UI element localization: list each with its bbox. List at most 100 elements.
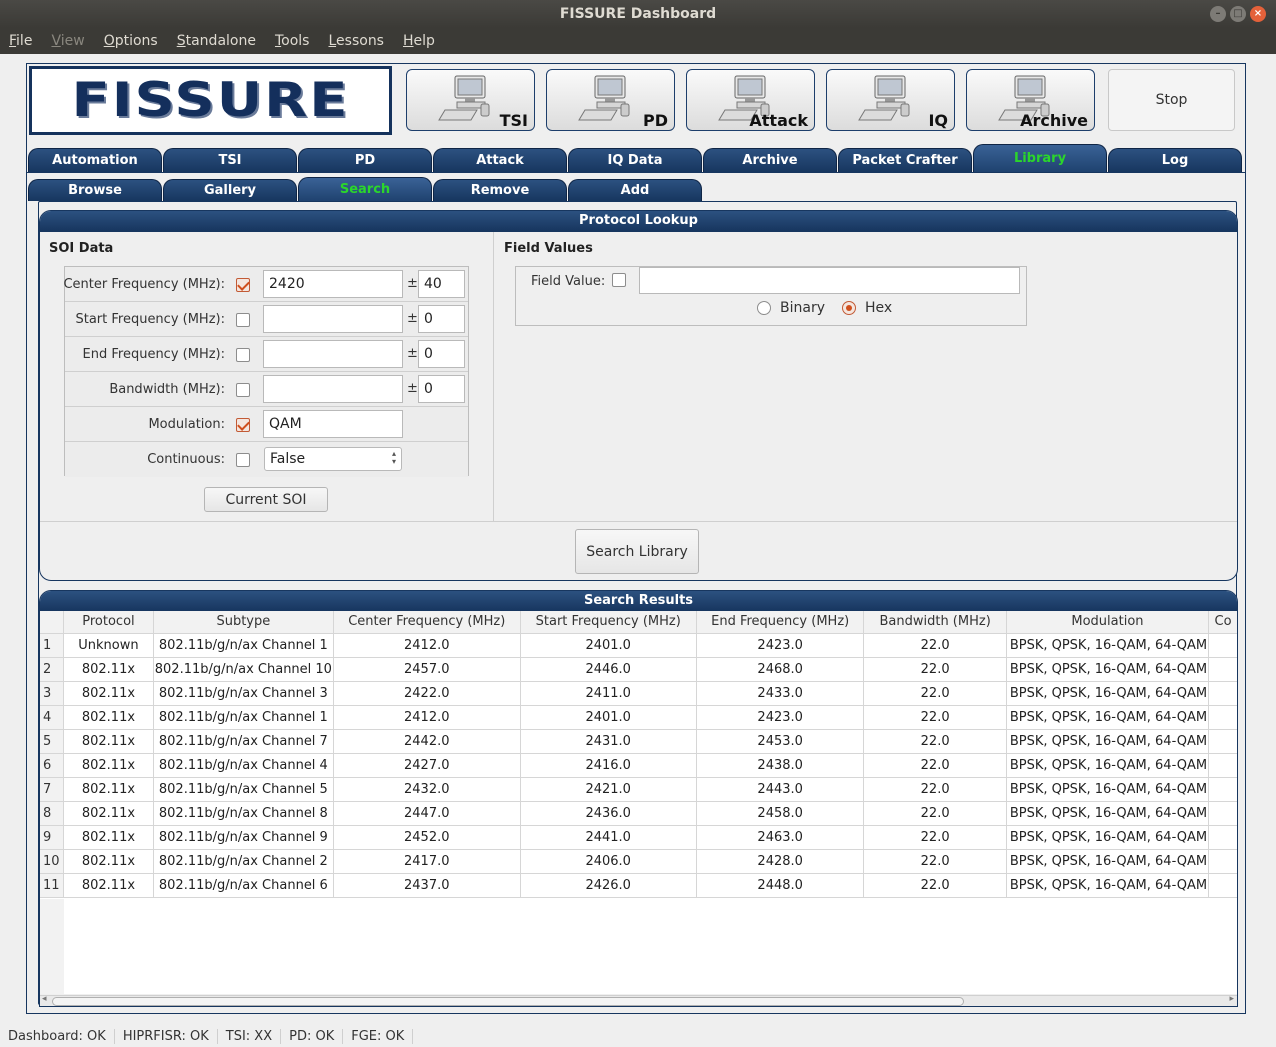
table-cell[interactable]: 2411.0: [520, 681, 697, 706]
table-row[interactable]: 7 802.11x 802.11b/g/n/ax Channel 5 2432.0 24…: [40, 777, 1237, 802]
table-cell[interactable]: 802.11x: [63, 825, 154, 850]
table-cell[interactable]: [1208, 657, 1237, 682]
table-row[interactable]: 4 802.11x 802.11b/g/n/ax Channel 1 2412.0 24…: [40, 705, 1237, 730]
soi-tolerance-input[interactable]: 0: [418, 375, 465, 403]
table-cell[interactable]: 22.0: [863, 681, 1007, 706]
tab-attack[interactable]: Attack: [433, 148, 567, 172]
table-cell[interactable]: 802.11b/g/n/ax Channel 1: [153, 705, 334, 730]
table-cell[interactable]: 2436.0: [520, 801, 697, 826]
tab-log[interactable]: Log: [1108, 148, 1242, 172]
table-cell[interactable]: [1208, 801, 1237, 826]
column-header[interactable]: Bandwidth (MHz): [863, 611, 1007, 634]
menu-options[interactable]: Options: [104, 33, 158, 49]
menu-view[interactable]: View: [51, 33, 84, 49]
table-cell[interactable]: 802.11b/g/n/ax Channel 2: [153, 849, 334, 874]
table-cell[interactable]: 2401.0: [520, 633, 697, 658]
table-cell[interactable]: 2463.0: [696, 825, 865, 850]
scroll-left-icon[interactable]: ◂: [42, 994, 47, 1004]
table-cell[interactable]: 802.11x: [63, 777, 154, 802]
table-cell[interactable]: 2458.0: [696, 801, 865, 826]
table-cell[interactable]: 2447.0: [333, 801, 521, 826]
menu-standalone[interactable]: Standalone: [177, 33, 256, 49]
table-cell[interactable]: 22.0: [863, 753, 1007, 778]
field-value-input[interactable]: [639, 267, 1020, 294]
table-cell[interactable]: BPSK, QPSK, 16-QAM, 64-QAM: [1006, 633, 1210, 658]
table-cell[interactable]: BPSK, QPSK, 16-QAM, 64-QAM: [1006, 753, 1210, 778]
table-cell[interactable]: [1208, 705, 1237, 730]
minimize-icon[interactable]: –: [1210, 6, 1226, 22]
table-cell[interactable]: 802.11x: [63, 681, 154, 706]
toolbar-attack-button[interactable]: Attack: [686, 69, 815, 131]
column-header[interactable]: Center Frequency (MHz): [333, 611, 521, 634]
soi-tolerance-input[interactable]: 0: [418, 340, 465, 368]
table-cell[interactable]: 802.11b/g/n/ax Channel 3: [153, 681, 334, 706]
column-header[interactable]: Protocol: [63, 611, 154, 634]
table-row[interactable]: 3 802.11x 802.11b/g/n/ax Channel 3 2422.0 24…: [40, 681, 1237, 706]
close-icon[interactable]: ×: [1250, 6, 1266, 22]
soi-field-input[interactable]: [263, 375, 403, 403]
tab-library[interactable]: Library: [973, 144, 1107, 172]
column-header[interactable]: Subtype: [153, 611, 334, 634]
table-cell[interactable]: 2431.0: [520, 729, 697, 754]
table-cell[interactable]: 802.11b/g/n/ax Channel 9: [153, 825, 334, 850]
tab-automation[interactable]: Automation: [28, 148, 162, 172]
table-cell[interactable]: 22.0: [863, 657, 1007, 682]
menu-tools[interactable]: Tools: [275, 33, 310, 49]
table-row[interactable]: 10 802.11x 802.11b/g/n/ax Channel 2 2417.0 2…: [40, 849, 1237, 874]
table-cell[interactable]: 22.0: [863, 633, 1007, 658]
table-cell[interactable]: 802.11b/g/n/ax Channel 4: [153, 753, 334, 778]
soi-field-input[interactable]: [263, 305, 403, 333]
tab-tsi[interactable]: TSI: [163, 148, 297, 172]
table-cell[interactable]: [1208, 777, 1237, 802]
table-cell[interactable]: 2427.0: [333, 753, 521, 778]
search-library-button[interactable]: Search Library: [575, 529, 699, 574]
table-row[interactable]: 2 802.11x 802.11b/g/n/ax Channel 10 2457.0 2…: [40, 657, 1237, 682]
table-cell[interactable]: [1208, 825, 1237, 850]
library-tab-remove[interactable]: Remove: [433, 179, 567, 201]
table-cell[interactable]: BPSK, QPSK, 16-QAM, 64-QAM: [1006, 657, 1210, 682]
column-header[interactable]: Co: [1208, 611, 1237, 634]
soi-field-checkbox[interactable]: [236, 418, 250, 432]
soi-field-input[interactable]: QAM: [263, 410, 403, 438]
table-cell[interactable]: 22.0: [863, 873, 1007, 898]
table-cell[interactable]: 2443.0: [696, 777, 865, 802]
table-cell[interactable]: 802.11b/g/n/ax Channel 1: [153, 633, 334, 658]
maximize-icon[interactable]: □: [1230, 6, 1246, 22]
table-cell[interactable]: 2453.0: [696, 729, 865, 754]
tab-iq-data[interactable]: IQ Data: [568, 148, 702, 172]
table-cell[interactable]: 2423.0: [696, 705, 865, 730]
toolbar-archive-button[interactable]: Archive: [966, 69, 1095, 131]
table-cell[interactable]: 2457.0: [333, 657, 521, 682]
table-cell[interactable]: [1208, 681, 1237, 706]
table-cell[interactable]: [1208, 873, 1237, 898]
table-cell[interactable]: BPSK, QPSK, 16-QAM, 64-QAM: [1006, 801, 1210, 826]
table-cell[interactable]: 2428.0: [696, 849, 865, 874]
table-cell[interactable]: 2421.0: [520, 777, 697, 802]
soi-field-checkbox[interactable]: [236, 313, 250, 327]
toolbar-iq-button[interactable]: IQ: [826, 69, 955, 131]
table-cell[interactable]: 2441.0: [520, 825, 697, 850]
table-cell[interactable]: 22.0: [863, 825, 1007, 850]
table-cell[interactable]: 2432.0: [333, 777, 521, 802]
table-cell[interactable]: 802.11b/g/n/ax Channel 8: [153, 801, 334, 826]
table-cell[interactable]: 802.11b/g/n/ax Channel 5: [153, 777, 334, 802]
table-row[interactable]: 1 Unknown 802.11b/g/n/ax Channel 1 2412.0 24…: [40, 633, 1237, 658]
library-tab-gallery[interactable]: Gallery: [163, 179, 297, 201]
stop-button[interactable]: Stop: [1108, 69, 1235, 131]
table-cell[interactable]: 802.11x: [63, 753, 154, 778]
table-cell[interactable]: 802.11x: [63, 873, 154, 898]
table-cell[interactable]: 802.11b/g/n/ax Channel 10: [153, 657, 334, 682]
table-cell[interactable]: 2406.0: [520, 849, 697, 874]
library-tab-browse[interactable]: Browse: [28, 179, 162, 201]
tab-archive[interactable]: Archive: [703, 148, 837, 172]
table-cell[interactable]: 2452.0: [333, 825, 521, 850]
column-header[interactable]: Modulation: [1006, 611, 1210, 634]
table-cell[interactable]: 2446.0: [520, 657, 697, 682]
table-cell[interactable]: 802.11b/g/n/ax Channel 7: [153, 729, 334, 754]
table-cell[interactable]: 2468.0: [696, 657, 865, 682]
table-cell[interactable]: 22.0: [863, 705, 1007, 730]
binary-radio[interactable]: [757, 301, 771, 315]
table-cell[interactable]: [1208, 753, 1237, 778]
soi-tolerance-input[interactable]: 0: [418, 305, 465, 333]
soi-field-checkbox[interactable]: [236, 348, 250, 362]
